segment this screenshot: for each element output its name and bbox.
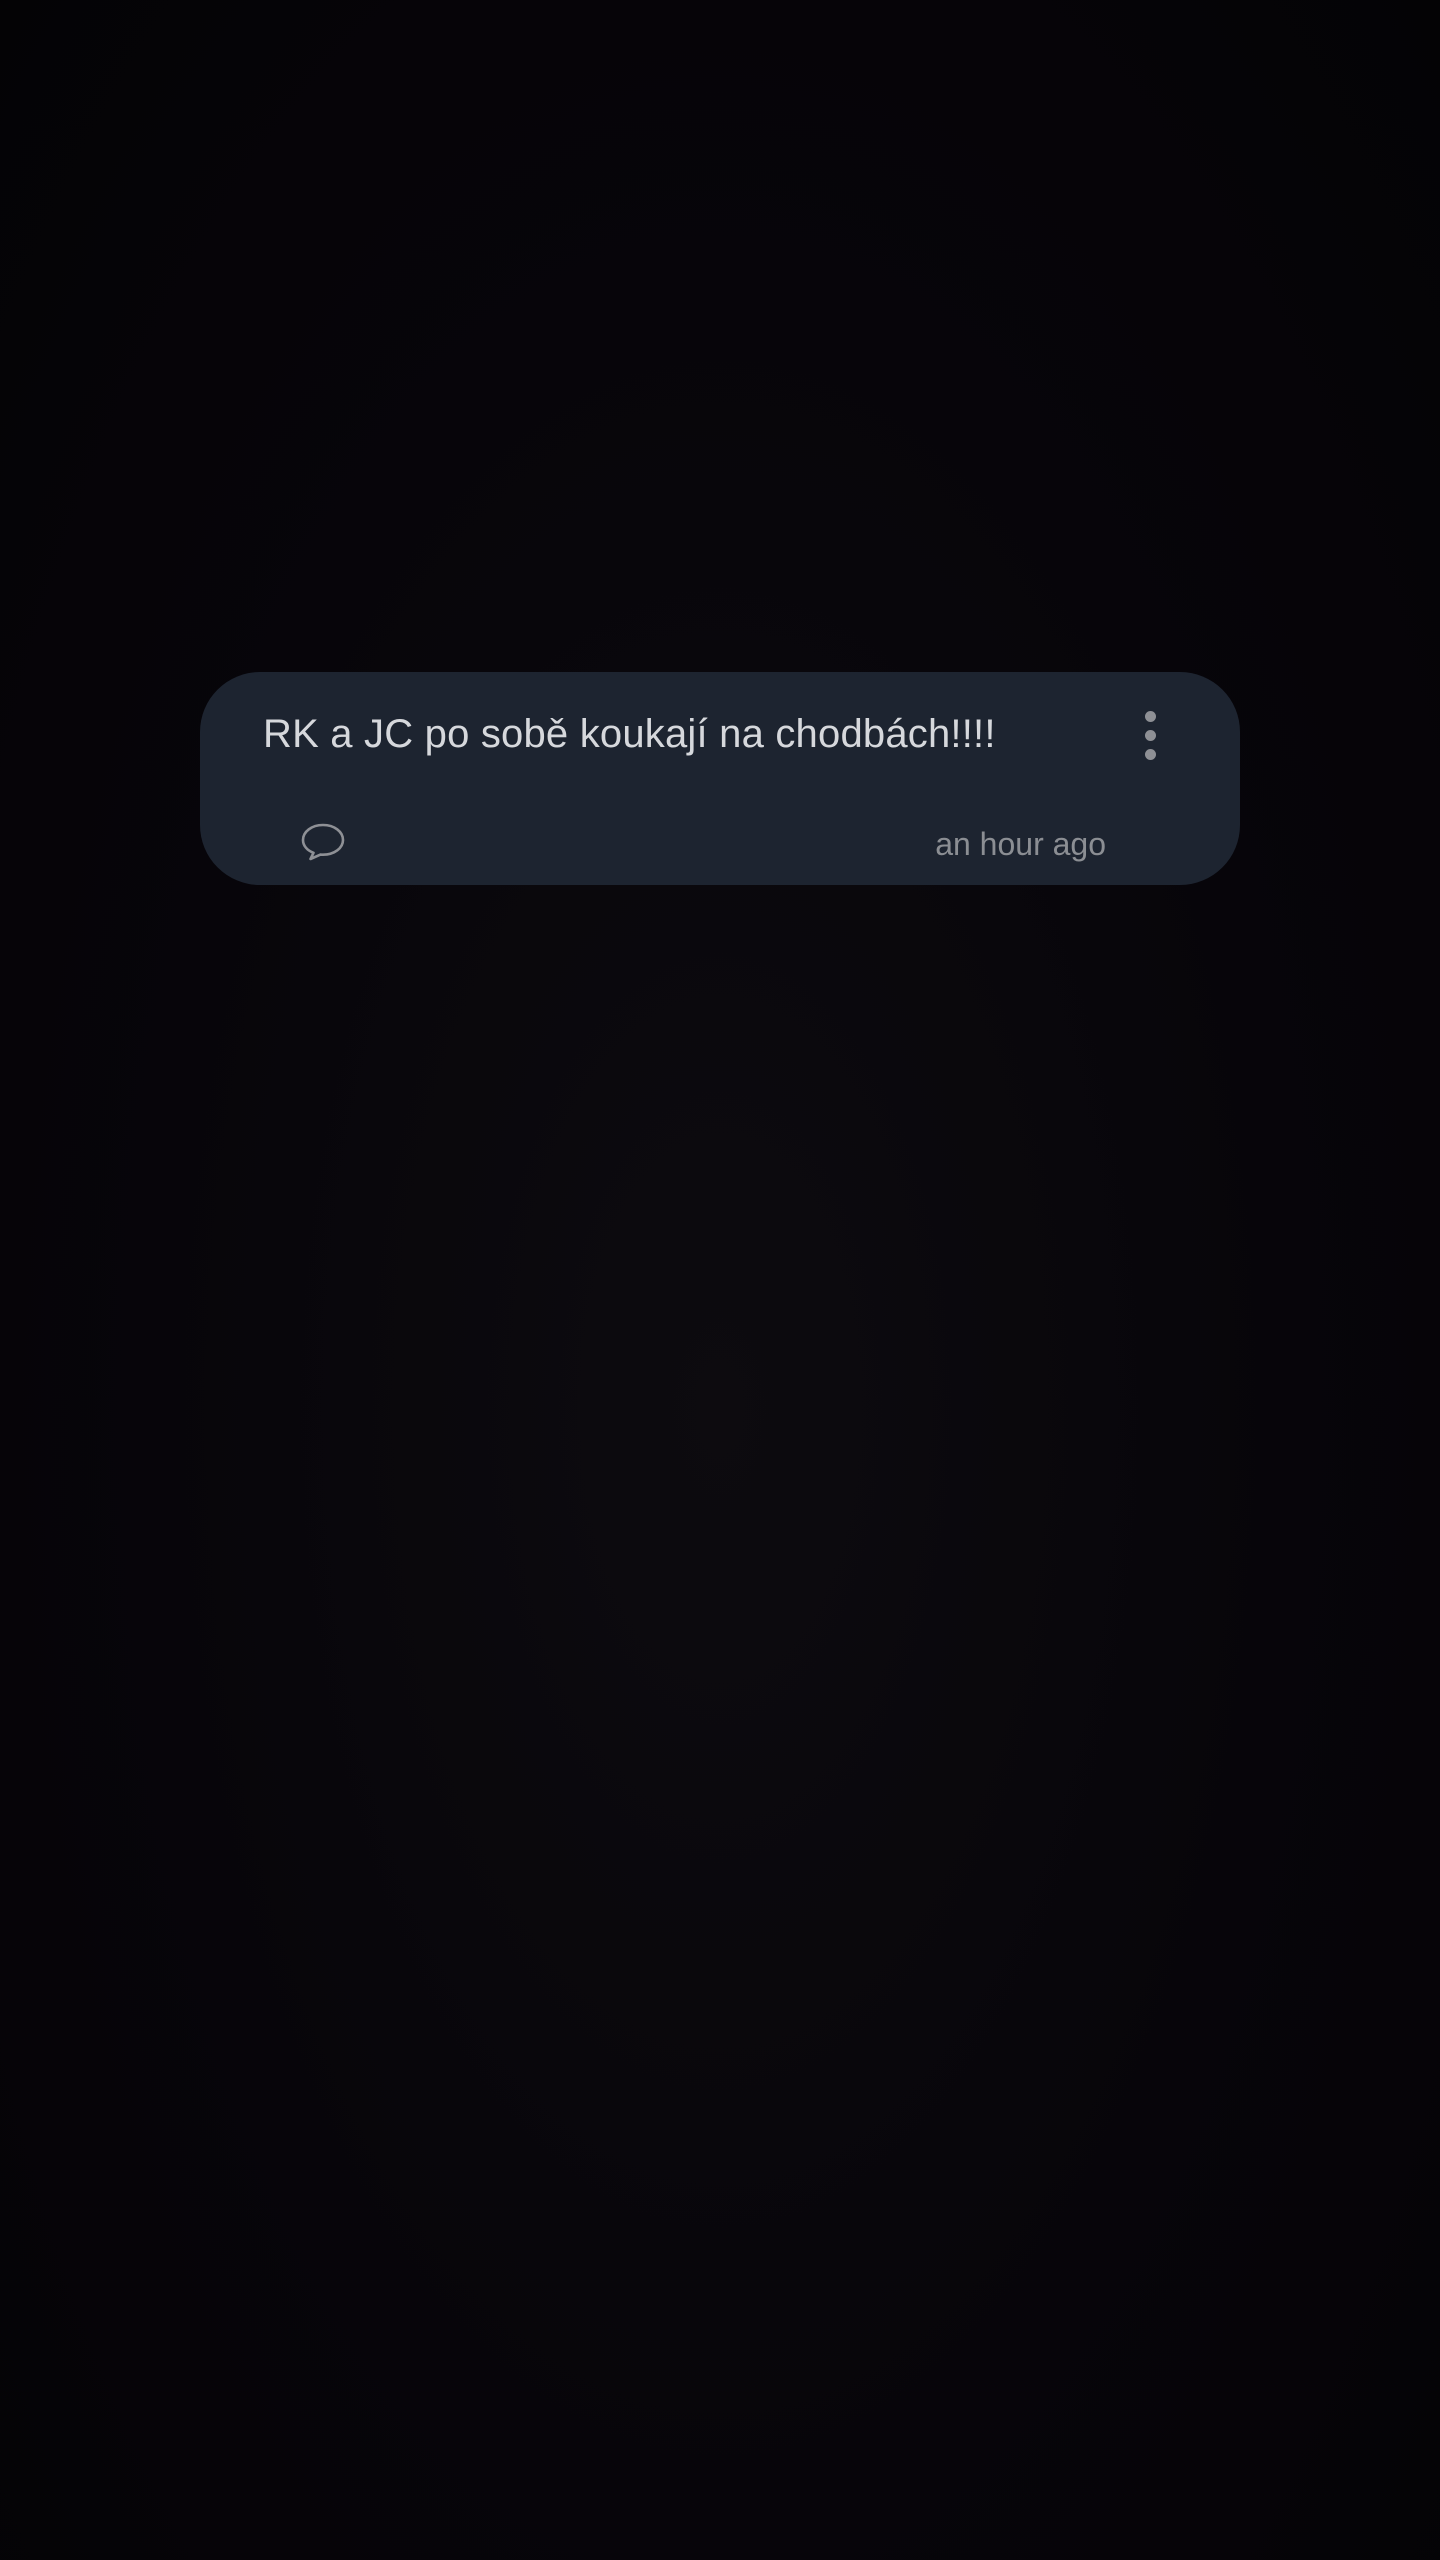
post-menu-button[interactable] bbox=[1120, 702, 1180, 768]
app-screen: RK a JC po sobě koukají na chodbách!!!! … bbox=[0, 0, 1440, 2560]
speech-bubble-icon bbox=[301, 823, 345, 861]
more-vertical-icon-dot bbox=[1144, 729, 1156, 741]
post-card[interactable]: RK a JC po sobě koukají na chodbách!!!! … bbox=[200, 672, 1240, 885]
post-text: RK a JC po sobě koukají na chodbách!!!! bbox=[263, 712, 996, 756]
more-vertical-icon-dot bbox=[1144, 748, 1156, 760]
comment-button[interactable] bbox=[300, 822, 346, 862]
more-vertical-icon bbox=[1144, 710, 1156, 722]
post-timestamp: an hour ago bbox=[935, 826, 1106, 862]
